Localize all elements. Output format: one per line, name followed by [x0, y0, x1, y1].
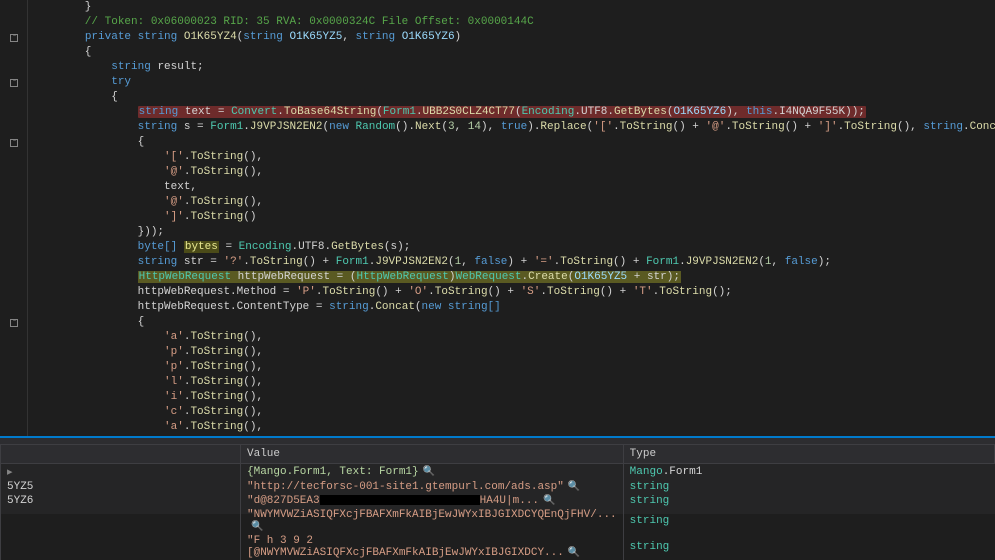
- param2: O1K65YZ6: [402, 31, 455, 43]
- watch-value: "F h 3 9 2 [@NWYMVWZiASIQFXcjFBAFXmFkAIB…: [247, 535, 564, 559]
- magnifier-icon[interactable]: 🔍: [568, 481, 580, 493]
- watch-value: {Mango.Form1, Text: Form1}: [247, 466, 419, 478]
- watch-value: "NWYMVWZiASIQFXcjFBAFXmFkAIBjEwJWYxIBJGI…: [247, 509, 617, 521]
- fold-icon[interactable]: [10, 79, 18, 87]
- watch-row[interactable]: 5YZ5 "http://tecforsc-001-site1.gtempurl…: [1, 480, 995, 494]
- magnifier-icon[interactable]: 🔍: [568, 547, 580, 559]
- code-area[interactable]: } // Token: 0x06000023 RID: 35 RVA: 0x00…: [28, 0, 995, 436]
- kw-private: private: [85, 31, 131, 43]
- debug-watch-panel[interactable]: Value Type ▸ {Mango.Form1, Text: Form1} 🔍…: [0, 436, 995, 514]
- fold-icon[interactable]: [10, 319, 18, 327]
- watch-type: string: [630, 515, 670, 527]
- watch-row[interactable]: 5YZ6 "d@827D5EA3HA4U|m...🔍 string: [1, 494, 995, 508]
- watch-name: 5YZ5: [7, 481, 33, 493]
- redacted-block: [320, 495, 480, 505]
- watch-name: 5YZ6: [7, 495, 33, 507]
- param1: O1K65YZ5: [290, 31, 343, 43]
- kw-string: string: [138, 31, 178, 43]
- gutter: [0, 0, 28, 436]
- magnifier-icon[interactable]: 🔍: [423, 466, 435, 478]
- code-comment: // Token: 0x06000023 RID: 35 RVA: 0x0000…: [32, 16, 534, 28]
- col-value-header[interactable]: Value: [241, 445, 624, 464]
- fold-icon[interactable]: [10, 34, 18, 42]
- watch-row[interactable]: "F h 3 9 2 [@NWYMVWZiASIQFXcjFBAFXmFkAIB…: [1, 534, 995, 560]
- watch-type: string: [630, 541, 670, 553]
- col-type-header[interactable]: Type: [623, 445, 994, 464]
- kw-try: try: [111, 76, 131, 88]
- watch-table: Value Type ▸ {Mango.Form1, Text: Form1} 🔍…: [0, 444, 995, 560]
- watch-value: "http://tecforsc-001-site1.gtempurl.com/…: [247, 481, 564, 493]
- hl-bytes: bytes: [184, 241, 219, 253]
- watch-value: "d@827D5EA3: [247, 495, 320, 507]
- watch-type: string: [630, 495, 670, 507]
- magnifier-icon[interactable]: 🔍: [543, 495, 555, 507]
- method-name: O1K65YZ4: [184, 31, 237, 43]
- type-namespace[interactable]: Mango: [630, 466, 663, 478]
- highlighted-line-1: string text = Convert.ToBase64String(For…: [138, 106, 866, 118]
- col-name-header[interactable]: [1, 445, 241, 464]
- watch-type: string: [630, 481, 670, 493]
- highlighted-line-2: HttpWebRequest httpWebRequest = (HttpWeb…: [138, 271, 681, 283]
- code-editor[interactable]: } // Token: 0x06000023 RID: 35 RVA: 0x00…: [0, 0, 995, 436]
- watch-row[interactable]: ▸ {Mango.Form1, Text: Form1} 🔍 Mango.Form…: [1, 464, 995, 481]
- fold-icon[interactable]: [10, 139, 18, 147]
- expand-icon[interactable]: ▸: [7, 465, 17, 479]
- magnifier-icon[interactable]: 🔍: [251, 521, 263, 533]
- watch-row[interactable]: "NWYMVWZiASIQFXcjFBAFXmFkAIBjEwJWYxIBJGI…: [1, 508, 995, 534]
- code-token: }: [32, 1, 91, 13]
- type-class: .Form1: [663, 466, 703, 478]
